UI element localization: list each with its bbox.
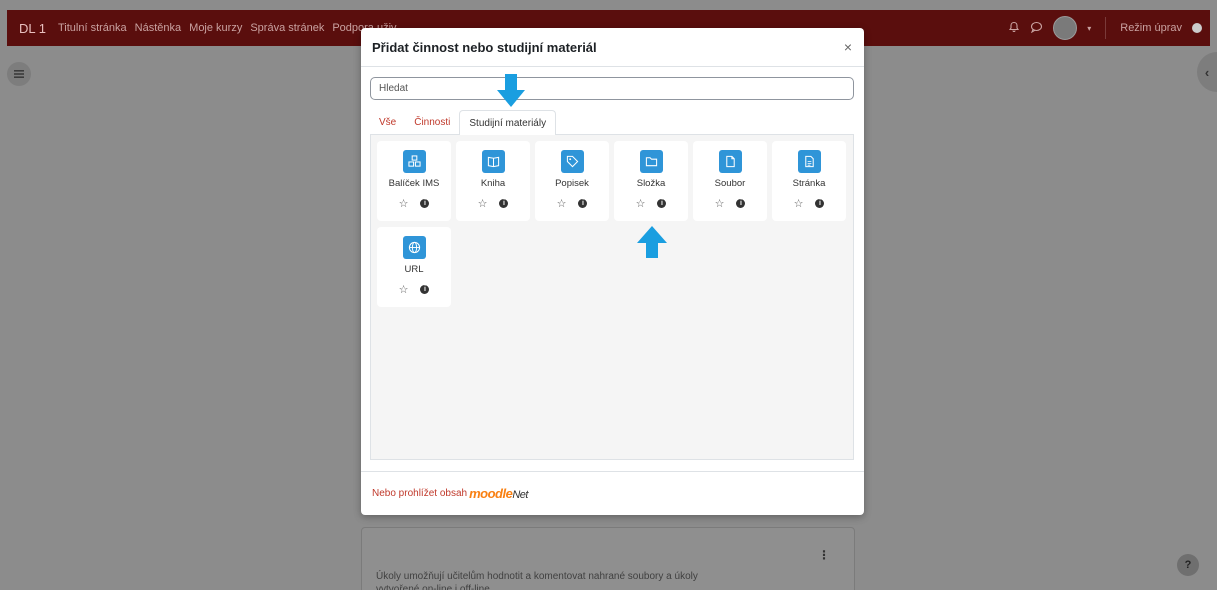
star-icon[interactable]: ☆ — [478, 197, 488, 210]
chevron-down-icon[interactable]: ▾ — [1087, 24, 1091, 33]
nav-link-dashboard[interactable]: Nástěnka — [135, 22, 181, 34]
close-icon[interactable]: × — [844, 39, 852, 55]
info-icon[interactable]: i — [420, 285, 430, 294]
info-icon[interactable]: i — [657, 199, 667, 208]
file-icon — [718, 150, 742, 173]
star-icon[interactable]: ☆ — [715, 197, 725, 210]
tile-label: Soubor — [714, 178, 746, 189]
modal-tabs: Vše Činnosti Studijní materiály — [370, 110, 854, 136]
moodle-logo-text: moodle — [469, 486, 513, 501]
nav-link-site-admin[interactable]: Správa stránek — [250, 22, 324, 34]
star-icon[interactable]: ☆ — [557, 197, 567, 210]
tile-page[interactable]: Stránka ☆ i — [772, 141, 846, 221]
chevron-left-icon: ‹ — [1204, 64, 1210, 80]
globe-icon — [402, 236, 426, 259]
info-icon[interactable]: i — [578, 199, 588, 208]
tile-label: Stránka — [792, 178, 826, 189]
tile-actions: ☆ i — [377, 283, 451, 296]
tab-resources[interactable]: Studijní materiály — [459, 110, 557, 136]
tab-all[interactable]: Vše — [370, 110, 405, 135]
bell-icon[interactable] — [1008, 21, 1020, 36]
info-icon[interactable]: i — [499, 199, 509, 208]
book-icon — [481, 150, 505, 173]
tile-ims-package[interactable]: Balíček IMS ☆ i — [377, 141, 451, 221]
tile-label-resource[interactable]: Popisek ☆ i — [535, 141, 609, 221]
navbar-right: ▾ Režim úprav — [1008, 10, 1202, 46]
tile-url[interactable]: URL ☆ i — [377, 227, 451, 307]
star-icon[interactable]: ☆ — [636, 197, 646, 210]
edit-mode-label: Režim úprav — [1120, 22, 1182, 34]
nav-link-home[interactable]: Titulní stránka — [58, 22, 127, 34]
tag-icon — [560, 150, 584, 173]
info-icon[interactable]: i — [815, 199, 825, 208]
tile-actions: ☆ i — [456, 197, 530, 210]
folder-icon — [639, 150, 663, 173]
navbar-divider — [1105, 17, 1107, 39]
tile-actions: ☆ i — [614, 197, 688, 210]
star-icon[interactable]: ☆ — [399, 197, 409, 210]
arrow-up-annotation — [637, 226, 667, 258]
tile-file[interactable]: Soubor ☆ i — [693, 141, 767, 221]
package-icon — [402, 150, 426, 173]
search-placeholder: Hledat — [379, 83, 408, 94]
block-drawer-toggle[interactable]: ‹ — [1197, 52, 1217, 92]
info-icon[interactable]: i — [420, 199, 430, 208]
add-activity-modal: Přidat činnost nebo studijní materiál × … — [361, 28, 864, 515]
more-actions-icon[interactable]: ⋮ — [818, 548, 830, 562]
course-index-button[interactable] — [7, 62, 31, 86]
modal-title: Přidat činnost nebo studijní materiál — [372, 39, 597, 55]
tile-actions: ☆ i — [772, 197, 846, 210]
moodlenet-link[interactable]: Nebo prohlížet obsah — [372, 488, 467, 499]
info-icon[interactable]: i — [736, 199, 746, 208]
moodlenet-logo[interactable]: moodleNet — [469, 486, 528, 501]
site-brand[interactable]: DL 1 — [7, 21, 58, 36]
tile-actions: ☆ i — [535, 197, 609, 210]
net-logo-text: Net — [512, 489, 528, 501]
star-icon[interactable]: ☆ — [399, 283, 409, 296]
user-avatar[interactable] — [1053, 16, 1078, 40]
tile-label: Složka — [636, 178, 666, 189]
search-input[interactable]: Hledat — [370, 77, 854, 100]
list-icon — [14, 70, 24, 78]
modal-footer: Nebo prohlížet obsah moodleNet — [361, 471, 864, 515]
tile-label: Kniha — [480, 178, 506, 189]
help-button[interactable]: ? — [1177, 554, 1199, 576]
chooser-grid: Balíček IMS ☆ i Kniha ☆ i Popisek ☆ i Sl… — [370, 135, 854, 460]
tile-folder[interactable]: Složka ☆ i — [614, 141, 688, 221]
tab-activities[interactable]: Činnosti — [405, 110, 459, 135]
chat-icon[interactable] — [1030, 21, 1043, 36]
activity-description: Úkoly umožňují učitelům hodnotit a komen… — [376, 571, 698, 590]
tile-label: Popisek — [555, 178, 589, 189]
tile-actions: ☆ i — [377, 197, 451, 210]
tile-label: URL — [404, 264, 424, 275]
edit-mode-toggle[interactable] — [1192, 23, 1202, 33]
tile-book[interactable]: Kniha ☆ i — [456, 141, 530, 221]
nav-links: Titulní stránka Nástěnka Moje kurzy Sprá… — [58, 22, 397, 34]
nav-link-my-courses[interactable]: Moje kurzy — [189, 22, 242, 34]
modal-header: Přidat činnost nebo studijní materiál × — [361, 28, 864, 67]
star-icon[interactable]: ☆ — [794, 197, 804, 210]
tile-label: Balíček IMS — [388, 178, 440, 189]
page-icon — [797, 150, 821, 173]
arrow-down-annotation — [497, 74, 525, 107]
tile-actions: ☆ i — [693, 197, 767, 210]
background-activity-card: ⋮ Úkoly umožňují učitelům hodnotit a kom… — [361, 527, 855, 590]
